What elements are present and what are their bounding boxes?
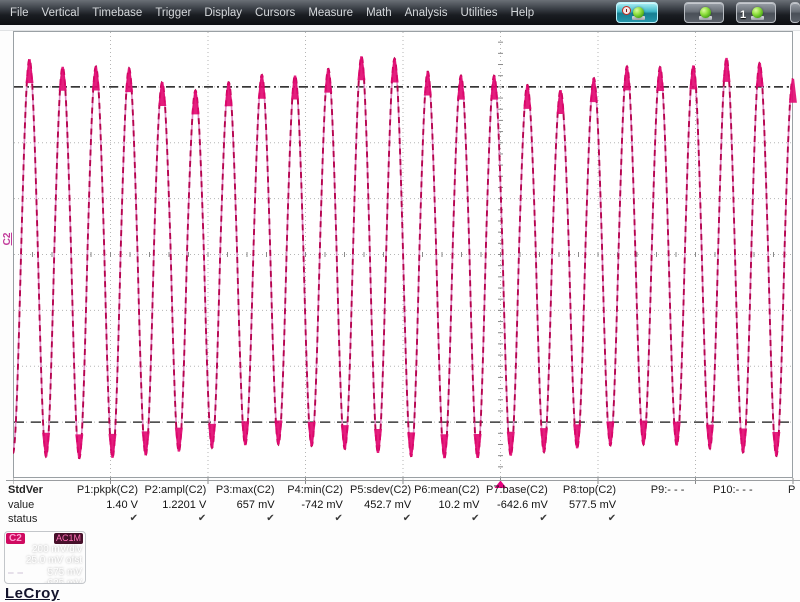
param-value-p8: 577.5 mV xyxy=(569,499,617,511)
param-header-p1[interactable]: P1:pkpk(C2) xyxy=(70,484,138,496)
table-divider xyxy=(6,480,800,481)
param-header-p7[interactable]: P7:base(C2) xyxy=(480,484,548,496)
menu-item-display[interactable]: Display xyxy=(204,7,242,19)
row-label-value: value xyxy=(8,499,35,511)
menu-item-vertical[interactable]: Vertical xyxy=(42,7,80,19)
param-header-p8[interactable]: P8:top(C2) xyxy=(548,484,616,496)
param-status-p5: ✔ xyxy=(402,513,412,524)
lecroy-logo: LeCroy xyxy=(5,585,60,602)
param-status-p3: ✔ xyxy=(266,513,275,524)
display-scope-button[interactable] xyxy=(684,2,724,23)
alarm-clock-icon xyxy=(622,6,631,15)
menu-item-help[interactable]: Help xyxy=(511,7,535,19)
row-label-status: status xyxy=(8,513,38,525)
param-value-p6: 10.2 mV xyxy=(438,499,480,511)
menu-item-trigger[interactable]: Trigger xyxy=(155,7,191,19)
param-header-p4[interactable]: P4:min(C2) xyxy=(275,484,343,496)
display-scope-1-button[interactable]: 1 xyxy=(736,2,776,23)
menu-item-timebase[interactable]: Timebase xyxy=(92,7,142,19)
param-header-p6[interactable]: P6:mean(C2) xyxy=(412,484,479,496)
channel-offset: 25.0 mV ofst xyxy=(25,555,82,566)
green-status-orb-icon xyxy=(700,7,711,18)
menu-item-measure[interactable]: Measure xyxy=(308,7,353,19)
channel-c2-offset-marker[interactable]: C2 xyxy=(2,228,14,250)
param-header-p2[interactable]: P2:ampl(C2) xyxy=(138,484,207,496)
param-status-p1: ✔ xyxy=(129,513,138,524)
param-value-p3: 657 mV xyxy=(236,499,275,511)
row-label-stdver: StdVer xyxy=(8,484,43,496)
channel-id-badge: C2 xyxy=(6,533,25,544)
green-status-orb-icon xyxy=(633,7,644,18)
param-status-p6: ✔ xyxy=(471,513,480,524)
menu-bar: File Vertical Timebase Trigger Display Cursor… xyxy=(0,0,800,25)
menu-item-file[interactable]: File xyxy=(10,7,29,19)
clock-hand xyxy=(626,8,627,12)
oscilloscope-screen: File Vertical Timebase Trigger Display Cursor… xyxy=(0,0,800,602)
param-header-p3[interactable]: P3:max(C2) xyxy=(207,484,275,496)
cursor-bottom-value: -625 mV xyxy=(44,578,82,584)
channel-scale: 200 mV/div xyxy=(31,544,82,555)
menu-item-math[interactable]: Math xyxy=(366,7,392,19)
param-header-p5[interactable]: P5:sdev(C2) xyxy=(343,484,411,496)
cursor-top-line-icon xyxy=(8,572,23,574)
cursor-bottom-line-icon xyxy=(8,583,23,584)
menu-item-cursors[interactable]: Cursors xyxy=(255,7,295,19)
channel-descriptor-c2[interactable]: C2 AC1M 200 mV/div 25.0 mV ofst 575 mV -… xyxy=(4,531,86,584)
param-header-partial: P xyxy=(788,484,796,496)
menu-item-utilities[interactable]: Utilities xyxy=(460,7,497,19)
param-value-p2: 1.2201 V xyxy=(162,499,207,511)
partial-button[interactable] xyxy=(790,2,800,23)
button-badge: 1 xyxy=(740,9,747,21)
channel-coupling-badge: AC1M xyxy=(53,533,83,544)
param-header-p10[interactable]: P10:- - - xyxy=(685,484,753,496)
param-value-p1: 1.40 V xyxy=(106,499,138,511)
param-status-p4: ✔ xyxy=(334,513,343,524)
param-status-p2: ✔ xyxy=(197,513,207,524)
param-value-p5: 452.7 mV xyxy=(364,499,412,511)
param-value-p7: -642.6 mV xyxy=(497,499,548,511)
param-status-p7: ✔ xyxy=(539,513,548,524)
green-status-orb-icon xyxy=(752,7,763,18)
param-status-p8: ✔ xyxy=(607,513,617,524)
param-value-p4: -742 mV xyxy=(301,499,343,511)
cursor-top-value: 575 mV xyxy=(47,567,82,578)
param-header-p9[interactable]: P9:- - - xyxy=(616,484,685,496)
auxiliary-capture-button[interactable] xyxy=(616,2,658,23)
menu-item-analysis[interactable]: Analysis xyxy=(405,7,448,19)
waveform-display-area[interactable] xyxy=(13,31,793,478)
